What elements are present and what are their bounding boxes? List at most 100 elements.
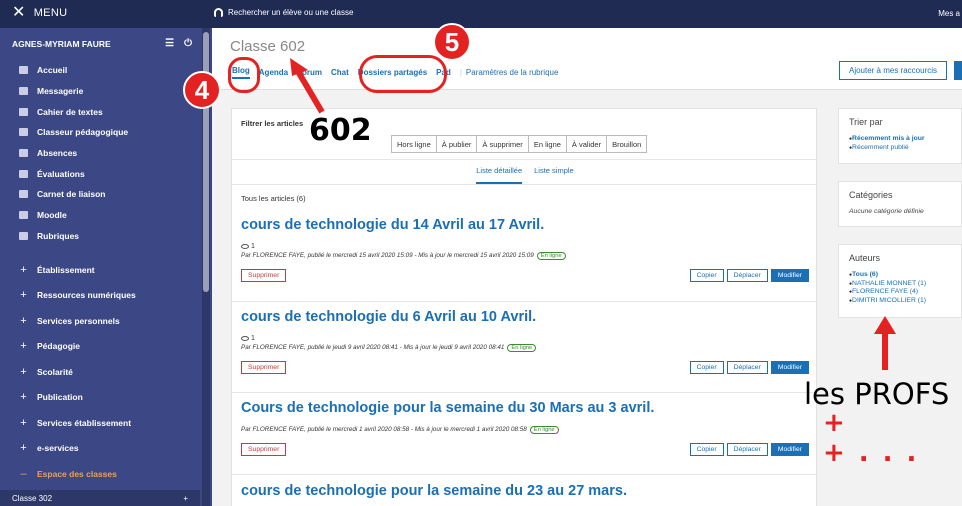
tab-params[interactable]: Paramètres de la rubrique	[466, 68, 559, 77]
plus-icon: +	[20, 365, 27, 378]
sidebar-item-moodle[interactable]: Moodle	[0, 205, 200, 226]
tab-agenda[interactable]: Agenda	[259, 68, 288, 77]
settings-sliders-icon[interactable]: ☰	[165, 38, 174, 49]
article-title[interactable]: cours de technologie du 14 Avril au 17 A…	[241, 217, 544, 233]
delete-button[interactable]: Supprimer	[241, 361, 287, 374]
article-views: 1	[241, 335, 255, 342]
plus-icon: +	[20, 314, 27, 327]
sidebar-item-accueil[interactable]: Accueil	[0, 60, 200, 81]
filter-a-valider[interactable]: À valider	[565, 135, 608, 153]
article-item: cours de technologie du 6 Avril au 10 Av…	[232, 302, 818, 393]
bar-chart-icon	[18, 169, 29, 178]
plus-icon: +	[20, 416, 27, 429]
section-etablissement[interactable]: + Établissement	[0, 257, 200, 283]
plus-icon[interactable]: +	[183, 494, 188, 503]
sidebar-item-rubriques[interactable]: Rubriques	[0, 226, 200, 247]
article-item: cours de technologie du 14 Avril au 17 A…	[232, 209, 818, 302]
author-all[interactable]: Tous (6)	[849, 271, 926, 280]
sidebar-item-evaluations[interactable]: Évaluations	[0, 163, 200, 184]
sort-list: Récemment mis à jour Récemment publié	[849, 135, 925, 152]
sidebar-item-classeur[interactable]: Classeur pédagogique	[0, 122, 200, 143]
article-meta: Par FLORENCE FAYE, publié le jeudi 9 avr…	[241, 344, 537, 352]
edit-button[interactable]: Modifier	[770, 443, 809, 456]
author-item[interactable]: NATHALIE MONNET (1)	[849, 280, 926, 289]
sort-box: Trier par Récemment mis à jour Récemment…	[838, 108, 962, 164]
delete-button[interactable]: Supprimer	[241, 443, 287, 456]
filter-label: Filtrer les articles	[241, 119, 304, 128]
filter-a-supprimer[interactable]: À supprimer	[476, 135, 529, 153]
sidebar-item-messagerie[interactable]: Messagerie	[0, 81, 200, 102]
view-simple[interactable]: Liste simple	[534, 160, 574, 184]
view-detailed[interactable]: Liste détaillée	[476, 160, 523, 184]
section-nav: + Établissement + Ressources numériques + S…	[0, 257, 200, 487]
section-eservices[interactable]: + e-services	[0, 436, 200, 462]
sidebar-scrollbar[interactable]	[202, 28, 210, 506]
chat-icon	[18, 231, 29, 240]
section-ressources[interactable]: + Ressources numériques	[0, 283, 200, 309]
article-title[interactable]: cours de technologie du 6 Avril au 10 Av…	[241, 309, 536, 325]
categories-note: Aucune catégorie définie	[849, 208, 924, 215]
tab-dossiers-partages[interactable]: Dossiers partagés	[358, 68, 427, 77]
tab-blog[interactable]: Blog	[232, 66, 250, 79]
menu-toggle-button[interactable]: ✕ MENU	[12, 4, 67, 21]
move-button[interactable]: Déplacer	[726, 443, 768, 456]
tab-forum[interactable]: Forum	[297, 68, 322, 77]
section-services-etab[interactable]: + Services établissement	[0, 410, 200, 436]
add-shortcut-button[interactable]: Ajouter à mes raccourcis	[839, 61, 947, 80]
section-services-perso[interactable]: + Services personnels	[0, 308, 200, 334]
close-icon: ✕	[12, 4, 26, 21]
sidebar-item-absences[interactable]: Absences	[0, 143, 200, 164]
class-item[interactable]: Classe 302 +	[0, 490, 200, 506]
copy-button[interactable]: Copier	[689, 361, 724, 374]
article-actions: Copier Déplacer Modifier	[689, 361, 809, 374]
tab-pad[interactable]: Pad	[436, 68, 451, 77]
status-badge: En ligne	[507, 344, 537, 352]
headset-icon	[214, 8, 223, 17]
search-student-link[interactable]: Rechercher un élève ou une classe	[214, 8, 353, 17]
sidebar-item-carnet[interactable]: Carnet de liaison	[0, 184, 200, 205]
filter-a-publier[interactable]: À publier	[435, 135, 478, 153]
minus-icon: –	[20, 467, 27, 480]
folder-icon	[18, 128, 29, 137]
section-publication[interactable]: + Publication	[0, 385, 200, 411]
move-button[interactable]: Déplacer	[726, 361, 768, 374]
copy-button[interactable]: Copier	[689, 443, 724, 456]
categories-box: Catégories Aucune catégorie définie	[838, 181, 962, 227]
author-item[interactable]: FLORENCE FAYE (4)	[849, 288, 926, 297]
my-apps-link[interactable]: Mes a	[938, 9, 960, 18]
page-title: Classe 602	[230, 38, 306, 55]
edit-button[interactable]: Modifier	[770, 269, 809, 282]
article-meta: Par FLORENCE FAYE, publié le mercredi 15…	[241, 252, 566, 260]
sidebar-item-cahier[interactable]: Cahier de textes	[0, 101, 200, 122]
article-title[interactable]: cours de technologie pour la semaine du …	[241, 483, 627, 499]
article-title[interactable]: Cours de technologie pour la semaine du …	[241, 400, 654, 416]
filter-group: Hors ligne À publier À supprimer En lign…	[391, 135, 648, 153]
authors-list: Tous (6) NATHALIE MONNET (1) FLORENCE FA…	[849, 271, 926, 305]
section-espace-classes[interactable]: – Espace des classes	[0, 461, 200, 487]
tab-chat[interactable]: Chat	[331, 68, 349, 77]
page-header: Classe 602 Blog Agenda Forum Chat Dossie…	[212, 28, 962, 90]
section-scolarite[interactable]: + Scolarité	[0, 359, 200, 385]
filter-en-ligne[interactable]: En ligne	[527, 135, 567, 153]
edit-button[interactable]: Modifier	[770, 361, 809, 374]
filter-hors-ligne[interactable]: Hors ligne	[391, 135, 437, 153]
sort-recent-updated[interactable]: Récemment mis à jour	[849, 135, 925, 144]
eye-icon	[241, 336, 249, 341]
power-icon[interactable]: ⏻	[184, 38, 192, 49]
move-button[interactable]: Déplacer	[726, 269, 768, 282]
copy-button[interactable]: Copier	[689, 269, 724, 282]
article-meta: Par FLORENCE FAYE, publié le mercredi 1 …	[241, 426, 559, 434]
edge-button[interactable]	[954, 61, 962, 80]
plus-icon: +	[20, 391, 27, 404]
scrollbar-thumb[interactable]	[203, 32, 209, 292]
sidebar: AGNES-MYRIAM FAURE ☰ ⏻ Accueil Messageri…	[0, 28, 212, 506]
sort-recent-published[interactable]: Récemment publié	[849, 144, 925, 153]
view-toggle: Liste détaillée Liste simple	[232, 159, 818, 185]
author-item[interactable]: DIMITRI MICOLLIER (1)	[849, 297, 926, 306]
sort-title: Trier par	[849, 117, 883, 127]
section-pedagogie[interactable]: + Pédagogie	[0, 334, 200, 360]
delete-button[interactable]: Supprimer	[241, 269, 287, 282]
filter-brouillon[interactable]: Brouillon	[606, 135, 648, 153]
person-icon	[18, 149, 29, 158]
status-badge: En ligne	[529, 426, 559, 434]
